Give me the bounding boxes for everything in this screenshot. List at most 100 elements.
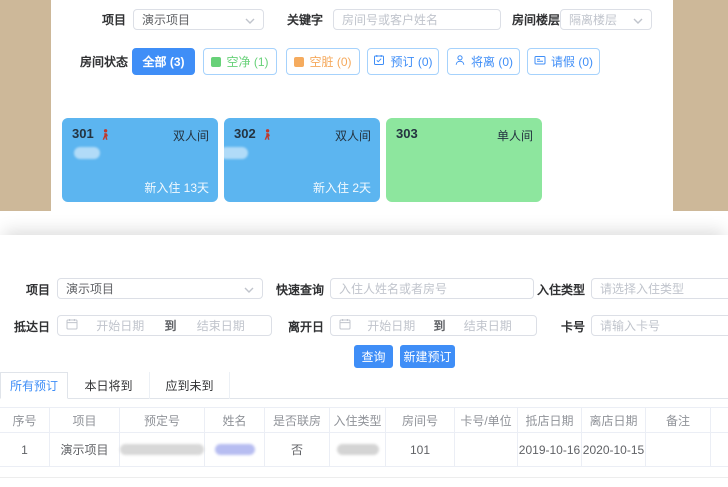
- card-no-field: [591, 315, 728, 336]
- cell-card-unit: [455, 433, 518, 466]
- status-filter-reserved[interactable]: 预订 (0): [367, 48, 439, 75]
- status-filter-dirty[interactable]: 空脏 (0): [286, 48, 360, 75]
- project-select-value: 演示项目: [66, 280, 240, 297]
- col-header-remark: 备注: [646, 408, 711, 432]
- table-row[interactable]: 1 演示项目 否 101 2019-10-16 2020-10-15: [0, 433, 728, 467]
- card-no-input[interactable]: [600, 319, 728, 333]
- chevron-down-icon: [244, 282, 254, 296]
- col-header-type: 入住类型: [330, 408, 386, 432]
- room-number: 301: [72, 126, 94, 141]
- end-date-placeholder: 结束日期: [179, 317, 264, 334]
- status-filter-departing-label: 将离 (0): [471, 53, 513, 70]
- room-type: 单人间: [497, 127, 533, 144]
- floor-select[interactable]: 隔离楼层: [560, 9, 652, 30]
- chevron-down-icon: [633, 13, 643, 27]
- type-redacted: [337, 444, 379, 455]
- col-header-resv-no: 预定号: [120, 408, 205, 432]
- room-footer-text: 新入住 2天: [313, 179, 371, 196]
- room-footer-text: 新入住 13天: [144, 179, 209, 196]
- keyword-input[interactable]: [342, 13, 492, 27]
- floor-select-placeholder: 隔离楼层: [569, 11, 629, 28]
- clean-square-icon: [211, 57, 221, 67]
- project-select[interactable]: 演示项目: [57, 278, 263, 299]
- occupant-name-redacted: [74, 147, 100, 159]
- start-date-placeholder: 开始日期: [351, 317, 432, 334]
- date-separator: 到: [163, 317, 179, 334]
- col-header-spacer: [711, 408, 728, 432]
- room-board-section: 项目 演示项目 关键字 房间楼层 隔离楼层 房间状态 全部 (: [0, 0, 728, 211]
- col-header-seq: 序号: [0, 408, 50, 432]
- status-filter-leave[interactable]: 请假 (0): [527, 48, 600, 75]
- chevron-down-icon: [245, 13, 255, 27]
- name-redacted: [215, 444, 255, 455]
- card-no-label: 卡号: [525, 320, 585, 334]
- status-filter-all-label: 全部 (3): [142, 53, 184, 70]
- table-header-row: 序号 项目 预定号 姓名 是否联房 入住类型 房间号 卡号/单位 抵店日期 离店…: [0, 407, 728, 433]
- room-card-302[interactable]: 302 双人间 新入住 2天: [224, 118, 380, 202]
- panel-bottom-edge: [0, 477, 728, 478]
- cell-spacer: [711, 433, 728, 466]
- room-card-303[interactable]: 303 单人间: [386, 118, 542, 202]
- cell-remark: [646, 433, 711, 466]
- col-header-arrival: 抵店日期: [518, 408, 582, 432]
- room-card-301[interactable]: 301 双人间 新入住 13天: [62, 118, 218, 202]
- person-icon: [454, 54, 466, 69]
- section-divider: [0, 211, 728, 235]
- status-filter-dirty-label: 空脏 (0): [309, 53, 351, 70]
- cell-departure: 2020-10-15: [582, 433, 646, 466]
- occupant-person-icon: [101, 127, 111, 145]
- tab-label: 所有预订: [10, 377, 58, 394]
- arrival-date-label: 抵达日: [0, 320, 50, 334]
- keyword-field: [333, 9, 501, 30]
- screen: 项目 演示项目 关键字 房间楼层 隔离楼层 房间状态 全部 (: [0, 0, 728, 487]
- status-filter-departing[interactable]: 将离 (0): [447, 48, 520, 75]
- cell-project: 演示项目: [50, 433, 120, 466]
- col-header-linked: 是否联房: [265, 408, 330, 432]
- checkin-type-select[interactable]: 请选择入住类型: [591, 278, 728, 299]
- room-type: 双人间: [173, 127, 209, 144]
- resv-no-redacted: [120, 444, 204, 455]
- project-select[interactable]: 演示项目: [133, 9, 264, 30]
- room-board-card: 项目 演示项目 关键字 房间楼层 隔离楼层 房间状态 全部 (: [51, 0, 673, 211]
- col-header-project: 项目: [50, 408, 120, 432]
- quick-search-field: [330, 278, 534, 299]
- quick-search-label: 快速查询: [264, 283, 324, 297]
- new-reservation-button[interactable]: 新建预订: [400, 345, 455, 368]
- status-filter-leave-label: 请假 (0): [551, 53, 593, 70]
- cell-resv-no: [120, 433, 205, 466]
- card-icon: [534, 54, 546, 69]
- tab-all-reservations[interactable]: 所有预订: [0, 372, 68, 399]
- calendar-check-icon: [373, 54, 385, 69]
- end-date-placeholder: 结束日期: [448, 317, 529, 334]
- status-filter-reserved-label: 预订 (0): [390, 53, 432, 70]
- keyword-label: 关键字: [287, 13, 323, 27]
- occupant-person-icon: [263, 127, 273, 145]
- room-number: 302: [234, 126, 256, 141]
- occupant-name-redacted: [224, 147, 248, 159]
- col-header-departure: 离店日期: [582, 408, 646, 432]
- floor-label: 房间楼层: [512, 13, 560, 27]
- departure-date-range[interactable]: 开始日期 到 结束日期: [330, 315, 537, 336]
- col-header-name: 姓名: [205, 408, 265, 432]
- cell-seq: 1: [0, 433, 50, 466]
- status-filter-clean-label: 空净 (1): [226, 53, 268, 70]
- tab-label: 应到未到: [165, 377, 213, 394]
- quick-search-input[interactable]: [339, 282, 525, 296]
- reservation-tabs: 所有预订 本日将到 应到未到: [0, 372, 728, 399]
- tab-label: 本日将到: [84, 377, 132, 394]
- departure-date-label: 离开日: [264, 320, 324, 334]
- cell-linked: 否: [265, 433, 330, 466]
- status-filter-all[interactable]: 全部 (3): [132, 48, 195, 75]
- col-header-card-unit: 卡号/单位: [455, 408, 518, 432]
- room-number: 303: [396, 126, 418, 141]
- tab-arriving-today[interactable]: 本日将到: [68, 372, 150, 399]
- query-button[interactable]: 查询: [354, 345, 393, 368]
- status-filter-clean[interactable]: 空净 (1): [203, 48, 277, 75]
- start-date-placeholder: 开始日期: [78, 317, 163, 334]
- arrival-date-range[interactable]: 开始日期 到 结束日期: [57, 315, 272, 336]
- tab-expected-not-arrived[interactable]: 应到未到: [150, 372, 230, 399]
- calendar-icon: [66, 318, 78, 333]
- reservation-table: 序号 项目 预定号 姓名 是否联房 入住类型 房间号 卡号/单位 抵店日期 离店…: [0, 407, 728, 467]
- cell-room-no: 101: [386, 433, 455, 466]
- checkin-type-placeholder: 请选择入住类型: [600, 280, 728, 297]
